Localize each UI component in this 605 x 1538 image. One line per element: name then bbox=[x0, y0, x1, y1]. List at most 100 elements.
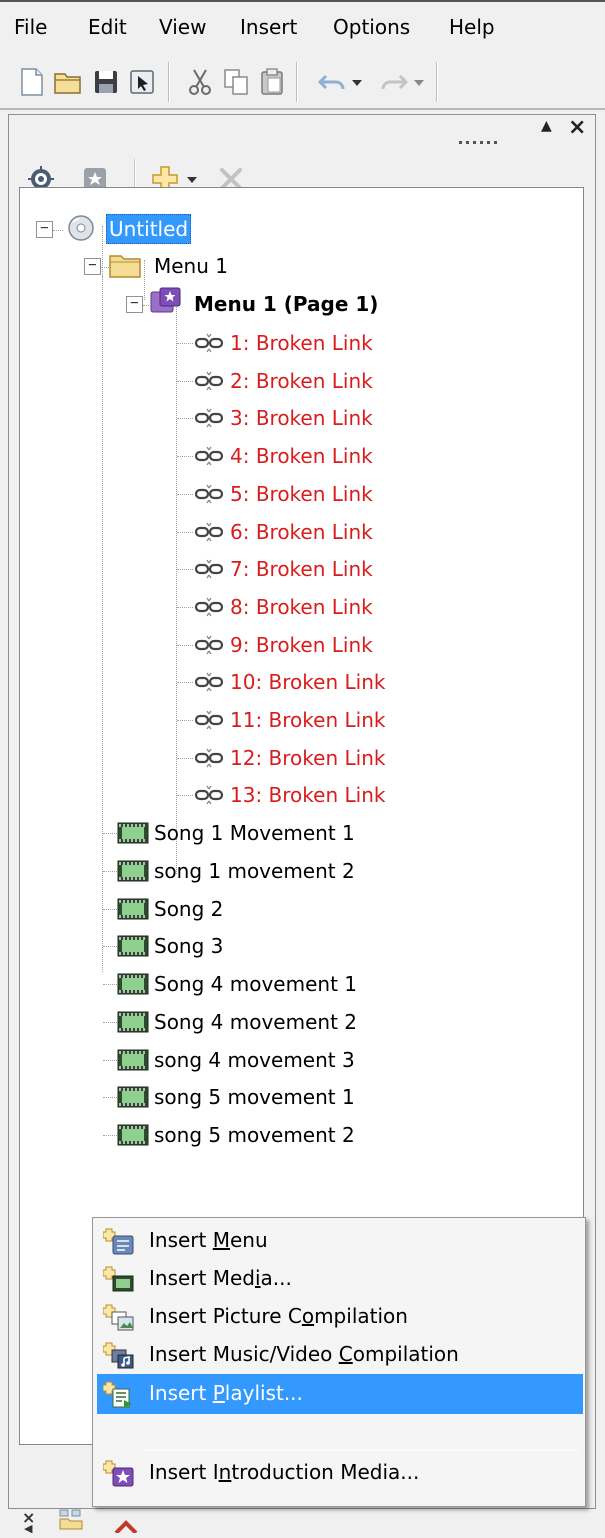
label-text: Insert Music/Video bbox=[149, 1342, 339, 1366]
tree-media-label[interactable]: Song 2 bbox=[154, 895, 223, 923]
tree-menu-folder-label[interactable]: Menu 1 bbox=[154, 252, 228, 280]
tree-connector bbox=[103, 984, 117, 985]
tree-connector bbox=[103, 909, 117, 910]
tree-media-label[interactable]: Song 3 bbox=[154, 932, 223, 960]
disc-icon bbox=[64, 213, 98, 243]
access-key: C bbox=[338, 1342, 353, 1366]
menu-view[interactable]: View bbox=[159, 14, 206, 40]
label-text: troduction Media... bbox=[231, 1460, 420, 1484]
context-menu-item[interactable]: Insert Introduction Media... bbox=[97, 1453, 583, 1493]
broken-link-icon bbox=[192, 328, 226, 358]
menu-options[interactable]: Options bbox=[333, 14, 410, 40]
tree-media-label[interactable]: Song 1 Movement 1 bbox=[154, 819, 355, 847]
folder-icon bbox=[108, 250, 142, 280]
insert-media-icon bbox=[103, 1264, 135, 1294]
redo-icon[interactable] bbox=[378, 66, 410, 98]
tree-link-label[interactable]: 6: Broken Link bbox=[230, 518, 373, 546]
label-text: Insert Med bbox=[149, 1266, 255, 1290]
film-icon bbox=[116, 1082, 150, 1112]
menu-help[interactable]: Help bbox=[449, 14, 495, 40]
broken-link-icon bbox=[192, 403, 226, 433]
film-icon bbox=[116, 1007, 150, 1037]
export-icon[interactable] bbox=[126, 66, 158, 98]
main-toolbar bbox=[0, 52, 605, 110]
tree-link-label[interactable]: 8: Broken Link bbox=[230, 593, 373, 621]
tree-connector bbox=[103, 871, 117, 872]
panel-close-icon[interactable]: × bbox=[568, 115, 586, 140]
menu-edit[interactable]: Edit bbox=[88, 14, 127, 40]
tree-connector bbox=[177, 381, 193, 382]
context-menu-item[interactable]: Insert Media... bbox=[97, 1259, 583, 1299]
tree-link-label[interactable]: 4: Broken Link bbox=[230, 442, 373, 470]
context-menu-item[interactable]: Insert Menu bbox=[97, 1221, 583, 1261]
label-text: Insert bbox=[149, 1228, 213, 1252]
panel-collapse-icon[interactable]: ▲ bbox=[541, 118, 552, 134]
broken-link-icon bbox=[192, 554, 226, 584]
context-menu-item-label: Insert Menu bbox=[149, 1227, 268, 1253]
save-icon[interactable] bbox=[90, 66, 122, 98]
tree-media-label[interactable]: song 5 movement 1 bbox=[154, 1083, 355, 1111]
tree-link-label[interactable]: 3: Broken Link bbox=[230, 404, 373, 432]
redo-dropdown-icon[interactable] bbox=[412, 66, 426, 98]
tree-media-label[interactable]: song 4 movement 3 bbox=[154, 1046, 355, 1074]
tree-expander[interactable]: − bbox=[84, 258, 101, 275]
tree-connector bbox=[177, 795, 193, 796]
context-menu-item[interactable]: Insert Music/Video Compilation bbox=[97, 1335, 583, 1375]
insert-introduction-media-icon bbox=[103, 1458, 135, 1488]
menu-insert[interactable]: Insert bbox=[240, 14, 297, 40]
tree-link-label[interactable]: 11: Broken Link bbox=[230, 706, 385, 734]
tree-menu-page-label[interactable]: Menu 1 (Page 1) bbox=[194, 290, 378, 318]
tree-root-label[interactable]: Untitled bbox=[106, 214, 192, 244]
tree-media-label[interactable]: song 5 movement 2 bbox=[154, 1121, 355, 1149]
tree-link-label[interactable]: 9: Broken Link bbox=[230, 631, 373, 659]
access-key: P bbox=[212, 1381, 225, 1405]
tree-media-label[interactable]: Song 4 movement 1 bbox=[154, 970, 357, 998]
scroll-left-icon[interactable]: ◀ bbox=[24, 1522, 32, 1535]
tree-connector bbox=[177, 607, 193, 608]
menu-bar: File Edit View Insert Options Help bbox=[0, 0, 605, 52]
insert-picture-compilation-icon bbox=[103, 1302, 135, 1332]
tree-connector bbox=[53, 230, 63, 231]
tree-connector bbox=[177, 569, 193, 570]
context-menu-item-label: Insert Introduction Media... bbox=[149, 1459, 419, 1485]
new-icon[interactable] bbox=[16, 66, 48, 98]
undo-icon[interactable] bbox=[316, 66, 348, 98]
folder-icon[interactable] bbox=[58, 1508, 84, 1530]
tree-link-label[interactable]: 2: Broken Link bbox=[230, 367, 373, 395]
insert-context-menu: Insert Menu Insert Media... Insert Picture… bbox=[92, 1217, 586, 1507]
context-menu-item[interactable]: Insert Playlist... bbox=[97, 1374, 583, 1414]
tree-link-label[interactable]: 7: Broken Link bbox=[230, 555, 373, 583]
undo-dropdown-icon[interactable] bbox=[350, 66, 364, 98]
open-folder-icon[interactable] bbox=[52, 66, 84, 98]
broken-link-icon bbox=[192, 592, 226, 622]
broken-link-icon bbox=[192, 366, 226, 396]
copy-icon[interactable] bbox=[220, 66, 252, 98]
menu-file[interactable]: File bbox=[14, 14, 47, 40]
tree-link-label[interactable]: 10: Broken Link bbox=[230, 668, 385, 696]
tree-link-label[interactable]: 5: Broken Link bbox=[230, 480, 373, 508]
context-menu-item[interactable]: Insert Picture Compilation bbox=[97, 1297, 583, 1337]
tree-expander[interactable]: − bbox=[126, 296, 143, 313]
panel-grip[interactable] bbox=[459, 125, 517, 144]
chevron-up-icon[interactable] bbox=[112, 1514, 140, 1535]
insert-music-video-compilation-icon bbox=[103, 1340, 135, 1370]
context-menu-item-label: Insert Music/Video Compilation bbox=[149, 1341, 459, 1367]
tree-link-label[interactable]: 1: Broken Link bbox=[230, 329, 373, 357]
menu-page-icon bbox=[148, 286, 182, 316]
paste-icon[interactable] bbox=[256, 66, 288, 98]
toolbar-separator bbox=[436, 62, 438, 102]
tree-media-label[interactable]: song 1 movement 2 bbox=[154, 857, 355, 885]
film-icon bbox=[116, 931, 150, 961]
broken-link-icon bbox=[192, 780, 226, 810]
tree-connector bbox=[177, 532, 193, 533]
tree-link-label[interactable]: 13: Broken Link bbox=[230, 781, 385, 809]
tree-connector bbox=[102, 226, 103, 276]
tree-expander[interactable]: − bbox=[36, 221, 53, 238]
tree-media-label[interactable]: Song 4 movement 2 bbox=[154, 1008, 357, 1036]
label-text: Insert I bbox=[149, 1460, 219, 1484]
broken-link-icon bbox=[192, 743, 226, 773]
film-icon bbox=[116, 818, 150, 848]
cut-icon[interactable] bbox=[184, 66, 216, 98]
film-icon bbox=[116, 969, 150, 999]
tree-link-label[interactable]: 12: Broken Link bbox=[230, 744, 385, 772]
